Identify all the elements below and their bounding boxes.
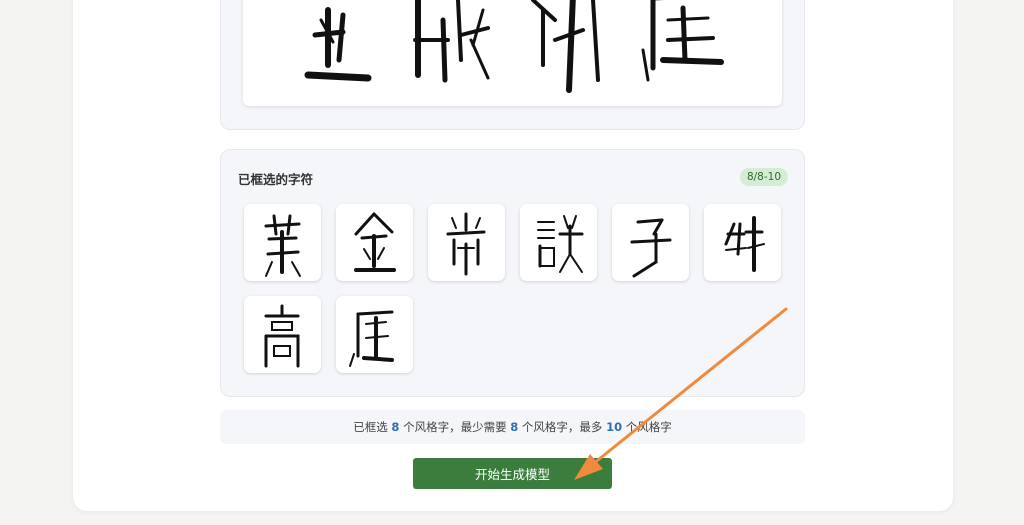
glyph-tile-5[interactable] (612, 204, 689, 281)
info-text-3: 个风格字，最多 (518, 420, 607, 434)
calligraphy-char-icon (446, 212, 486, 276)
max-count: 10 (606, 420, 623, 434)
info-text-2: 个风格字，最少需要 (399, 420, 511, 434)
start-generate-model-button[interactable]: 开始生成模型 (413, 458, 612, 489)
info-text-4: 个风格字 (622, 420, 672, 434)
calligraphy-char-icon (537, 215, 584, 273)
calligraphy-char-icon (724, 216, 765, 272)
glyph-tile-7[interactable] (244, 296, 321, 373)
glyph-tile-6[interactable] (704, 204, 781, 281)
glyph-tile-2[interactable] (336, 204, 413, 281)
calligraphy-preview-image (243, 0, 782, 106)
calligraphy-char-icon (630, 218, 672, 278)
glyph-tile-3[interactable] (428, 204, 505, 281)
glyph-tile-1[interactable] (244, 204, 321, 281)
glyph-tile-8[interactable] (336, 296, 413, 373)
info-text-1: 已框选 (353, 420, 392, 434)
glyph-tile-4[interactable] (520, 204, 597, 281)
selection-count-badge: 8/8-10 (740, 168, 788, 186)
calligraphy-char-icon (349, 310, 394, 367)
calligraphy-char-icon (264, 304, 300, 368)
calligraphy-char-icon (354, 212, 396, 272)
calligraphy-char-icon (264, 214, 301, 277)
panel-title: 已框选的字符 (238, 172, 314, 187)
selection-info-bar: 已框选 8 个风格字，最少需要 8 个风格字，最多 10 个风格字 (220, 410, 805, 444)
